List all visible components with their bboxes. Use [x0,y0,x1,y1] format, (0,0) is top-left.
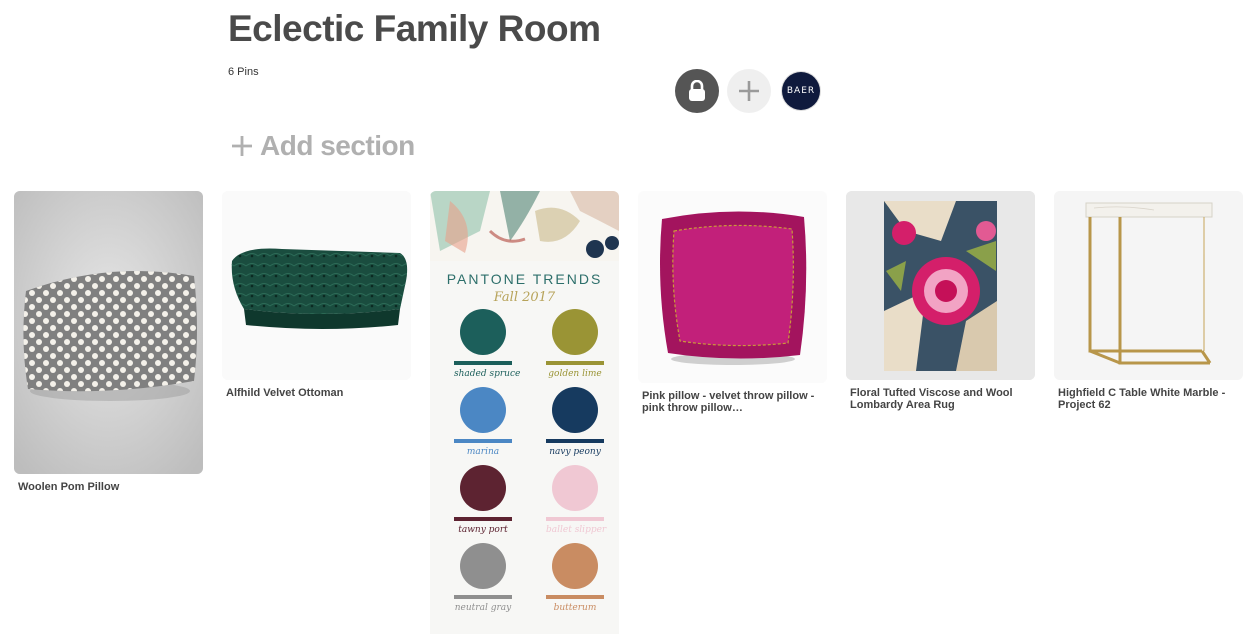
pantone-swatch: shaded spruce [454,309,521,379]
pom-pillow-image [14,191,203,474]
pantone-swatch: butterum [546,543,604,613]
swatch-circle [460,309,506,355]
pin-card[interactable]: Highfield C Table White Marble - Project… [1054,191,1243,411]
pantone-title: PANTONE TRENDS [446,271,603,287]
add-section-label: Add section [260,130,415,161]
secret-board-button[interactable] [675,69,719,113]
pin-image[interactable]: PANTONE TRENDS Fall 2017 shaded spruce go… [430,191,619,634]
swatch-label: shaded spruce [454,369,521,379]
pin-card[interactable]: PANTONE TRENDS Fall 2017 shaded spruce go… [430,191,619,641]
owner-avatar[interactable]: BAER [779,69,823,113]
pantone-swatch: golden lime [546,309,604,379]
swatch-circle [552,543,598,589]
pin-caption: Pink pillow - velvet throw pillow - pink… [642,390,815,414]
swatch-circle [460,543,506,589]
board-title: Eclectic Family Room [228,8,601,49]
swatch-label: golden lime [548,369,602,379]
swatch-circle [460,465,506,511]
pin-caption: Floral Tufted Viscose and Wool Lombardy … [850,387,1013,411]
watercolor-header [430,191,619,261]
pin-image[interactable] [1054,191,1243,380]
swatch-bar [454,439,512,443]
pin-image[interactable] [638,191,827,383]
lock-icon [689,80,705,101]
pin-caption [430,634,619,641]
floral-rug-image [846,191,1035,380]
pantone-swatch: ballet slipper [546,465,607,535]
swatch-label: marina [466,447,500,457]
pin-card[interactable]: Alfhild Velvet Ottoman [222,191,411,399]
avatar-label: BAER [782,72,820,110]
swatch-label: neutral gray [454,603,512,613]
add-section-button[interactable]: Add section [232,130,415,162]
pin-caption: Alfhild Velvet Ottoman [226,387,344,399]
plus-icon [232,136,252,156]
pantone-subtitle: Fall 2017 [493,290,556,305]
swatch-label: navy peony [549,447,601,457]
pin-card[interactable]: Woolen Pom Pillow [14,191,203,493]
swatch-bar [546,361,604,365]
invite-collaborator-button[interactable] [727,69,771,113]
swatch-label: tawny port [458,525,508,535]
swatch-bar [454,361,512,365]
swatch-bar [546,439,604,443]
pantone-swatch: marina [454,387,512,457]
pin-count: 6 Pins [228,66,259,78]
pin-caption: Woolen Pom Pillow [18,481,120,493]
swatch-bar [546,517,604,521]
swatch-label: ballet slipper [546,525,607,535]
swatch-bar [546,595,604,599]
pin-image[interactable] [846,191,1035,380]
pin-card[interactable]: Pink pillow - velvet throw pillow - pink… [638,191,827,414]
swatch-circle [552,309,598,355]
plus-icon [739,81,759,101]
pin-image[interactable] [222,191,411,380]
board-actions: BAER [675,69,823,113]
pin-card[interactable]: Floral Tufted Viscose and Wool Lombardy … [846,191,1035,411]
pantone-swatch: neutral gray [454,543,512,613]
swatch-bar [454,595,512,599]
pantone-swatch: tawny port [454,465,512,535]
swatch-circle [552,387,598,433]
swatch-label: butterum [553,603,597,613]
pantone-swatch: navy peony [546,387,604,457]
swatch-bar [454,517,512,521]
pin-caption: Highfield C Table White Marble - Project… [1058,387,1226,411]
c-table-image [1054,191,1243,380]
pin-image[interactable] [14,191,203,474]
ottoman-image [222,191,411,380]
swatch-circle [460,387,506,433]
swatch-circle [552,465,598,511]
pink-pillow-image [638,191,827,383]
